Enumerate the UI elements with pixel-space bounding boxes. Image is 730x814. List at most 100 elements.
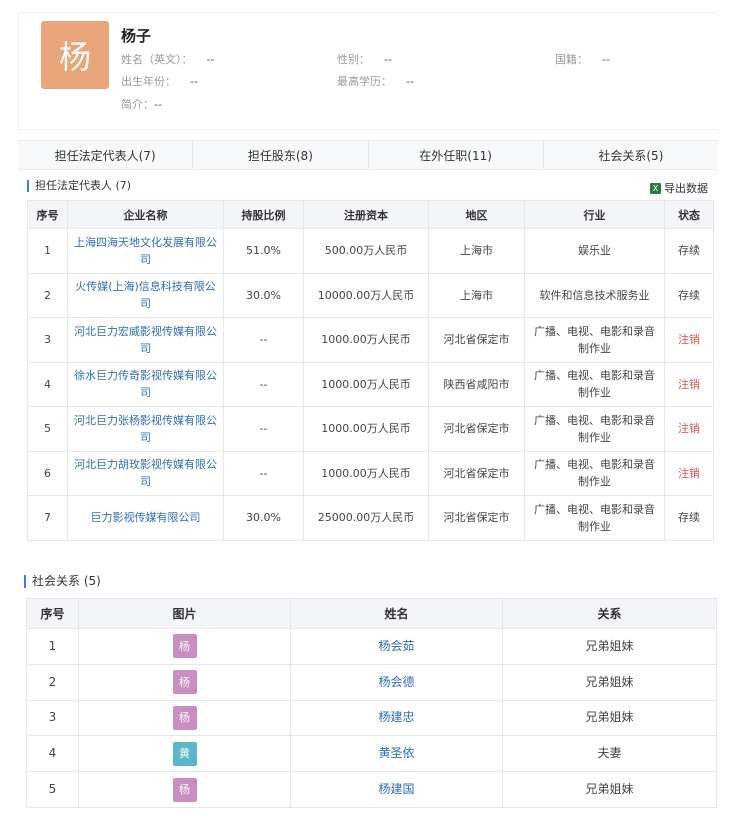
nationality-label: 国籍： bbox=[555, 53, 588, 66]
picture-cell: 杨 bbox=[78, 699, 291, 737]
row-no: 7 bbox=[27, 495, 68, 541]
table-row: 2 火传媒(上海)信息科技有限公司 30.0% 10000.00万人民币 上海市 软件和信… bbox=[27, 272, 714, 318]
registered-capital: 1000.00万人民币 bbox=[303, 361, 429, 407]
company-name-link[interactable]: 河北巨力胡玫影视传媒有限公司 bbox=[67, 450, 224, 496]
col-header-capital: 注册资本 bbox=[303, 200, 429, 229]
company-name-link[interactable]: 河北巨力宏威影视传媒有限公司 bbox=[67, 317, 224, 363]
col-header-picture: 图片 bbox=[78, 598, 291, 629]
person-name-link[interactable]: 黄圣依 bbox=[290, 735, 503, 773]
table-row: 2 杨 杨会德 兄弟姐妹 bbox=[26, 663, 717, 701]
gender-label: 性别： bbox=[337, 53, 370, 66]
status-badge: 注销 bbox=[664, 317, 714, 363]
avatar[interactable]: 杨 bbox=[172, 670, 197, 695]
status-badge: 注销 bbox=[664, 406, 714, 452]
tab-bar: 担任法定代表人(7) 担任股东(8) 在外任职(11) 社会关系(5) bbox=[18, 140, 718, 170]
tab-external-positions[interactable]: 在外任职(11) bbox=[369, 141, 544, 169]
table-row: 7 巨力影视传媒有限公司 30.0% 25000.00万人民币 河北省保定市 广播、电视、… bbox=[27, 495, 714, 541]
education-value: -- bbox=[406, 75, 414, 88]
table-row: 1 杨 杨会茹 兄弟姐妹 bbox=[26, 628, 717, 665]
person-name: 杨子 bbox=[121, 27, 152, 45]
col-header-share-ratio: 持股比例 bbox=[223, 200, 304, 229]
nationality-value: -- bbox=[602, 53, 610, 66]
picture-cell: 杨 bbox=[78, 628, 291, 665]
picture-cell: 黄 bbox=[78, 735, 291, 773]
table-row: 5 河北巨力张杨影视传媒有限公司 -- 1000.00万人民币 河北省保定市 广播、电视、… bbox=[27, 406, 714, 452]
col-header-relation: 关系 bbox=[502, 598, 717, 629]
english-name-label: 姓名（英文）： bbox=[121, 53, 193, 66]
row-no: 1 bbox=[27, 228, 68, 274]
table-row: 5 杨 杨建国 兄弟姐妹 bbox=[26, 771, 717, 808]
col-header-region: 地区 bbox=[428, 200, 525, 229]
share-ratio: 51.0% bbox=[223, 228, 304, 274]
table-header-row: 序号 图片 姓名 关系 bbox=[26, 598, 717, 629]
person-name-link[interactable]: 杨建忠 bbox=[290, 699, 503, 737]
birth-year-value: -- bbox=[190, 75, 198, 88]
legal-rep-table: 序号 企业名称 持股比例 注册资本 地区 行业 状态 1 上海四海天地文化发展有限… bbox=[27, 200, 714, 541]
registered-capital: 1000.00万人民币 bbox=[303, 317, 429, 363]
bio-value: -- bbox=[154, 98, 162, 111]
avatar[interactable]: 黄 bbox=[172, 741, 197, 766]
industry: 娱乐业 bbox=[524, 228, 665, 274]
table-row: 6 河北巨力胡玫影视传媒有限公司 -- 1000.00万人民币 河北省保定市 广播、电视、… bbox=[27, 450, 714, 496]
bio-field: 简介：-- bbox=[121, 96, 162, 112]
company-name-link[interactable]: 河北巨力张杨影视传媒有限公司 bbox=[67, 406, 224, 452]
region: 河北省保定市 bbox=[428, 495, 525, 541]
row-no: 1 bbox=[26, 628, 79, 665]
tab-social-relations[interactable]: 社会关系(5) bbox=[544, 141, 718, 169]
col-header-company: 企业名称 bbox=[67, 200, 224, 229]
registered-capital: 500.00万人民币 bbox=[303, 228, 429, 274]
avatar[interactable]: 杨 bbox=[172, 777, 197, 802]
person-name-link[interactable]: 杨会德 bbox=[290, 663, 503, 701]
gender-value: -- bbox=[384, 53, 392, 66]
company-name-link[interactable]: 徐水巨力传奇影视传媒有限公司 bbox=[67, 361, 224, 407]
region: 陕西省咸阳市 bbox=[428, 361, 525, 407]
tab-shareholder[interactable]: 担任股东(8) bbox=[193, 141, 369, 169]
region: 上海市 bbox=[428, 228, 525, 274]
registered-capital: 25000.00万人民币 bbox=[303, 495, 429, 541]
picture-cell: 杨 bbox=[78, 771, 291, 808]
share-ratio: -- bbox=[223, 450, 304, 496]
col-header-name: 姓名 bbox=[290, 598, 503, 629]
share-ratio: -- bbox=[223, 406, 304, 452]
row-no: 5 bbox=[27, 406, 68, 452]
relation: 兄弟姐妹 bbox=[502, 628, 717, 665]
bio-label: 简介： bbox=[121, 98, 154, 111]
industry: 广播、电视、电影和录音制作业 bbox=[524, 361, 665, 407]
company-name-link[interactable]: 巨力影视传媒有限公司 bbox=[67, 495, 224, 541]
region: 河北省保定市 bbox=[428, 317, 525, 363]
education-label: 最高学历： bbox=[337, 75, 392, 88]
tab-legal-representative[interactable]: 担任法定代表人(7) bbox=[18, 141, 194, 169]
share-ratio: -- bbox=[223, 317, 304, 363]
table-header-row: 序号 企业名称 持股比例 注册资本 地区 行业 状态 bbox=[27, 200, 714, 229]
industry: 软件和信息技术服务业 bbox=[524, 272, 665, 318]
industry: 广播、电视、电影和录音制作业 bbox=[524, 317, 665, 363]
company-name-link[interactable]: 上海四海天地文化发展有限公司 bbox=[67, 228, 224, 274]
section-title-legal-rep: 担任法定代表人 (7) bbox=[27, 180, 131, 192]
region: 河北省保定市 bbox=[428, 406, 525, 452]
col-header-status: 状态 bbox=[664, 200, 714, 229]
excel-icon: X bbox=[650, 182, 661, 194]
birth-year-field: 出生年份： -- bbox=[121, 73, 198, 89]
status-badge: 存续 bbox=[664, 228, 714, 274]
person-name-link[interactable]: 杨建国 bbox=[290, 771, 503, 808]
registered-capital: 1000.00万人民币 bbox=[303, 406, 429, 452]
export-data-label: 导出数据 bbox=[664, 182, 708, 195]
avatar[interactable]: 杨 bbox=[172, 634, 197, 659]
avatar: 杨 bbox=[41, 21, 109, 89]
registered-capital: 1000.00万人民币 bbox=[303, 450, 429, 496]
row-no: 4 bbox=[27, 361, 68, 407]
nationality-field: 国籍： -- bbox=[555, 51, 610, 67]
company-name-link[interactable]: 火传媒(上海)信息科技有限公司 bbox=[67, 272, 224, 318]
col-header-industry: 行业 bbox=[524, 200, 665, 229]
status-badge: 存续 bbox=[664, 495, 714, 541]
english-name-field: 姓名（英文）： -- bbox=[121, 51, 214, 67]
row-no: 5 bbox=[26, 771, 79, 808]
share-ratio: 30.0% bbox=[223, 272, 304, 318]
export-data-button[interactable]: X 导出数据 bbox=[650, 180, 708, 196]
industry: 广播、电视、电影和录音制作业 bbox=[524, 406, 665, 452]
birth-year-label: 出生年份： bbox=[121, 75, 176, 88]
avatar[interactable]: 杨 bbox=[172, 705, 197, 730]
person-name-link[interactable]: 杨会茹 bbox=[290, 628, 503, 665]
relation: 夫妻 bbox=[502, 735, 717, 773]
social-relations-table: 序号 图片 姓名 关系 1 杨杨会茹 兄弟姐妹 2 杨杨会德 兄弟姐妹 3 杨杨建忠 兄弟姐妹 4… bbox=[26, 598, 717, 808]
